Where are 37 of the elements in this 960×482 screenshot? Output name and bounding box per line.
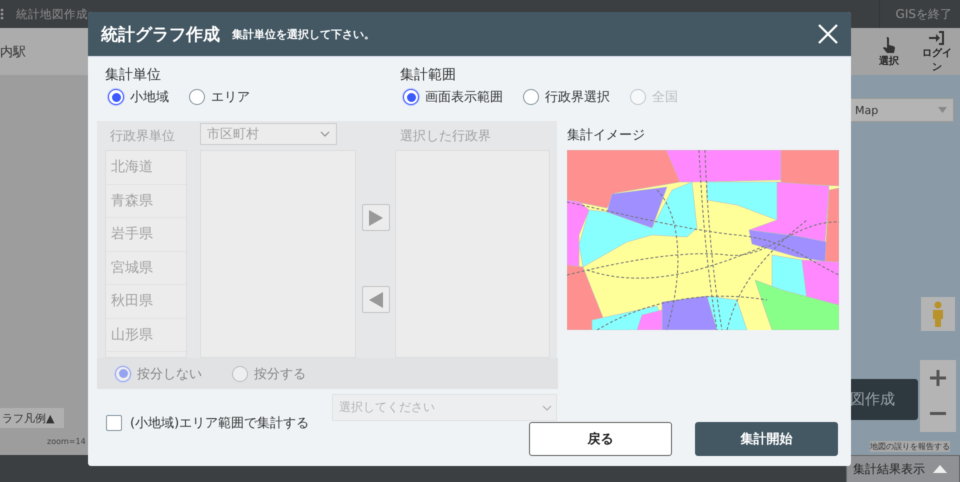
hand-pointer-icon xyxy=(882,36,896,54)
back-button[interactable]: 戻る xyxy=(529,422,672,456)
person-icon xyxy=(931,301,945,327)
close-icon xyxy=(817,23,839,45)
start-button[interactable]: 集計開始 xyxy=(695,422,838,456)
radio-option[interactable]: 行政界選択 xyxy=(523,88,610,106)
dialog-subtitle: 集計単位を選択して下さい。 xyxy=(232,26,375,42)
toolbar-button[interactable]: 選択 xyxy=(868,28,910,75)
section-label: 集計単位 xyxy=(105,66,162,84)
create-map-button[interactable]: 図作成 xyxy=(848,379,918,420)
play-arrow-icon xyxy=(368,210,382,226)
section-label: 集計範囲 xyxy=(400,66,457,84)
area-checkbox[interactable]: (小地域)エリア範囲で集計する xyxy=(106,414,310,432)
plus-icon xyxy=(930,370,946,386)
close-button[interactable] xyxy=(817,23,839,45)
dropdown-caret-icon xyxy=(938,107,947,113)
radio-option[interactable]: 画面表示範囲 xyxy=(403,88,503,106)
chevron-down-icon xyxy=(542,404,552,410)
radio-option[interactable]: 小地域 xyxy=(108,88,169,106)
map-type-select[interactable]: Map xyxy=(848,98,954,122)
menu-icon[interactable] xyxy=(0,8,4,20)
back-arrow-icon xyxy=(368,292,382,308)
field-label: 選択した行政界 xyxy=(399,128,492,144)
minus-icon xyxy=(930,412,946,416)
report-link[interactable]: 地図の誤りを報告する xyxy=(870,441,950,452)
legend-toggle[interactable]: ラフ凡例▲ xyxy=(0,408,64,428)
menu-item[interactable]: 統計地図作成 xyxy=(16,6,88,22)
radio-option[interactable]: エリア xyxy=(189,88,250,106)
login-icon xyxy=(928,30,946,46)
dialog-title: 統計グラフ作成 xyxy=(101,24,220,46)
results-toggle[interactable]: 集計結果表示 xyxy=(846,455,960,482)
toolbar-button[interactable]: ログイン xyxy=(916,28,958,75)
triangle-up-icon xyxy=(933,465,947,473)
chevron-down-icon xyxy=(320,131,330,137)
field-label: 行政界単位 xyxy=(109,128,176,144)
zoom-level-label: zoom=14 xyxy=(47,437,86,446)
preview-label: 集計イメージ xyxy=(567,127,646,144)
